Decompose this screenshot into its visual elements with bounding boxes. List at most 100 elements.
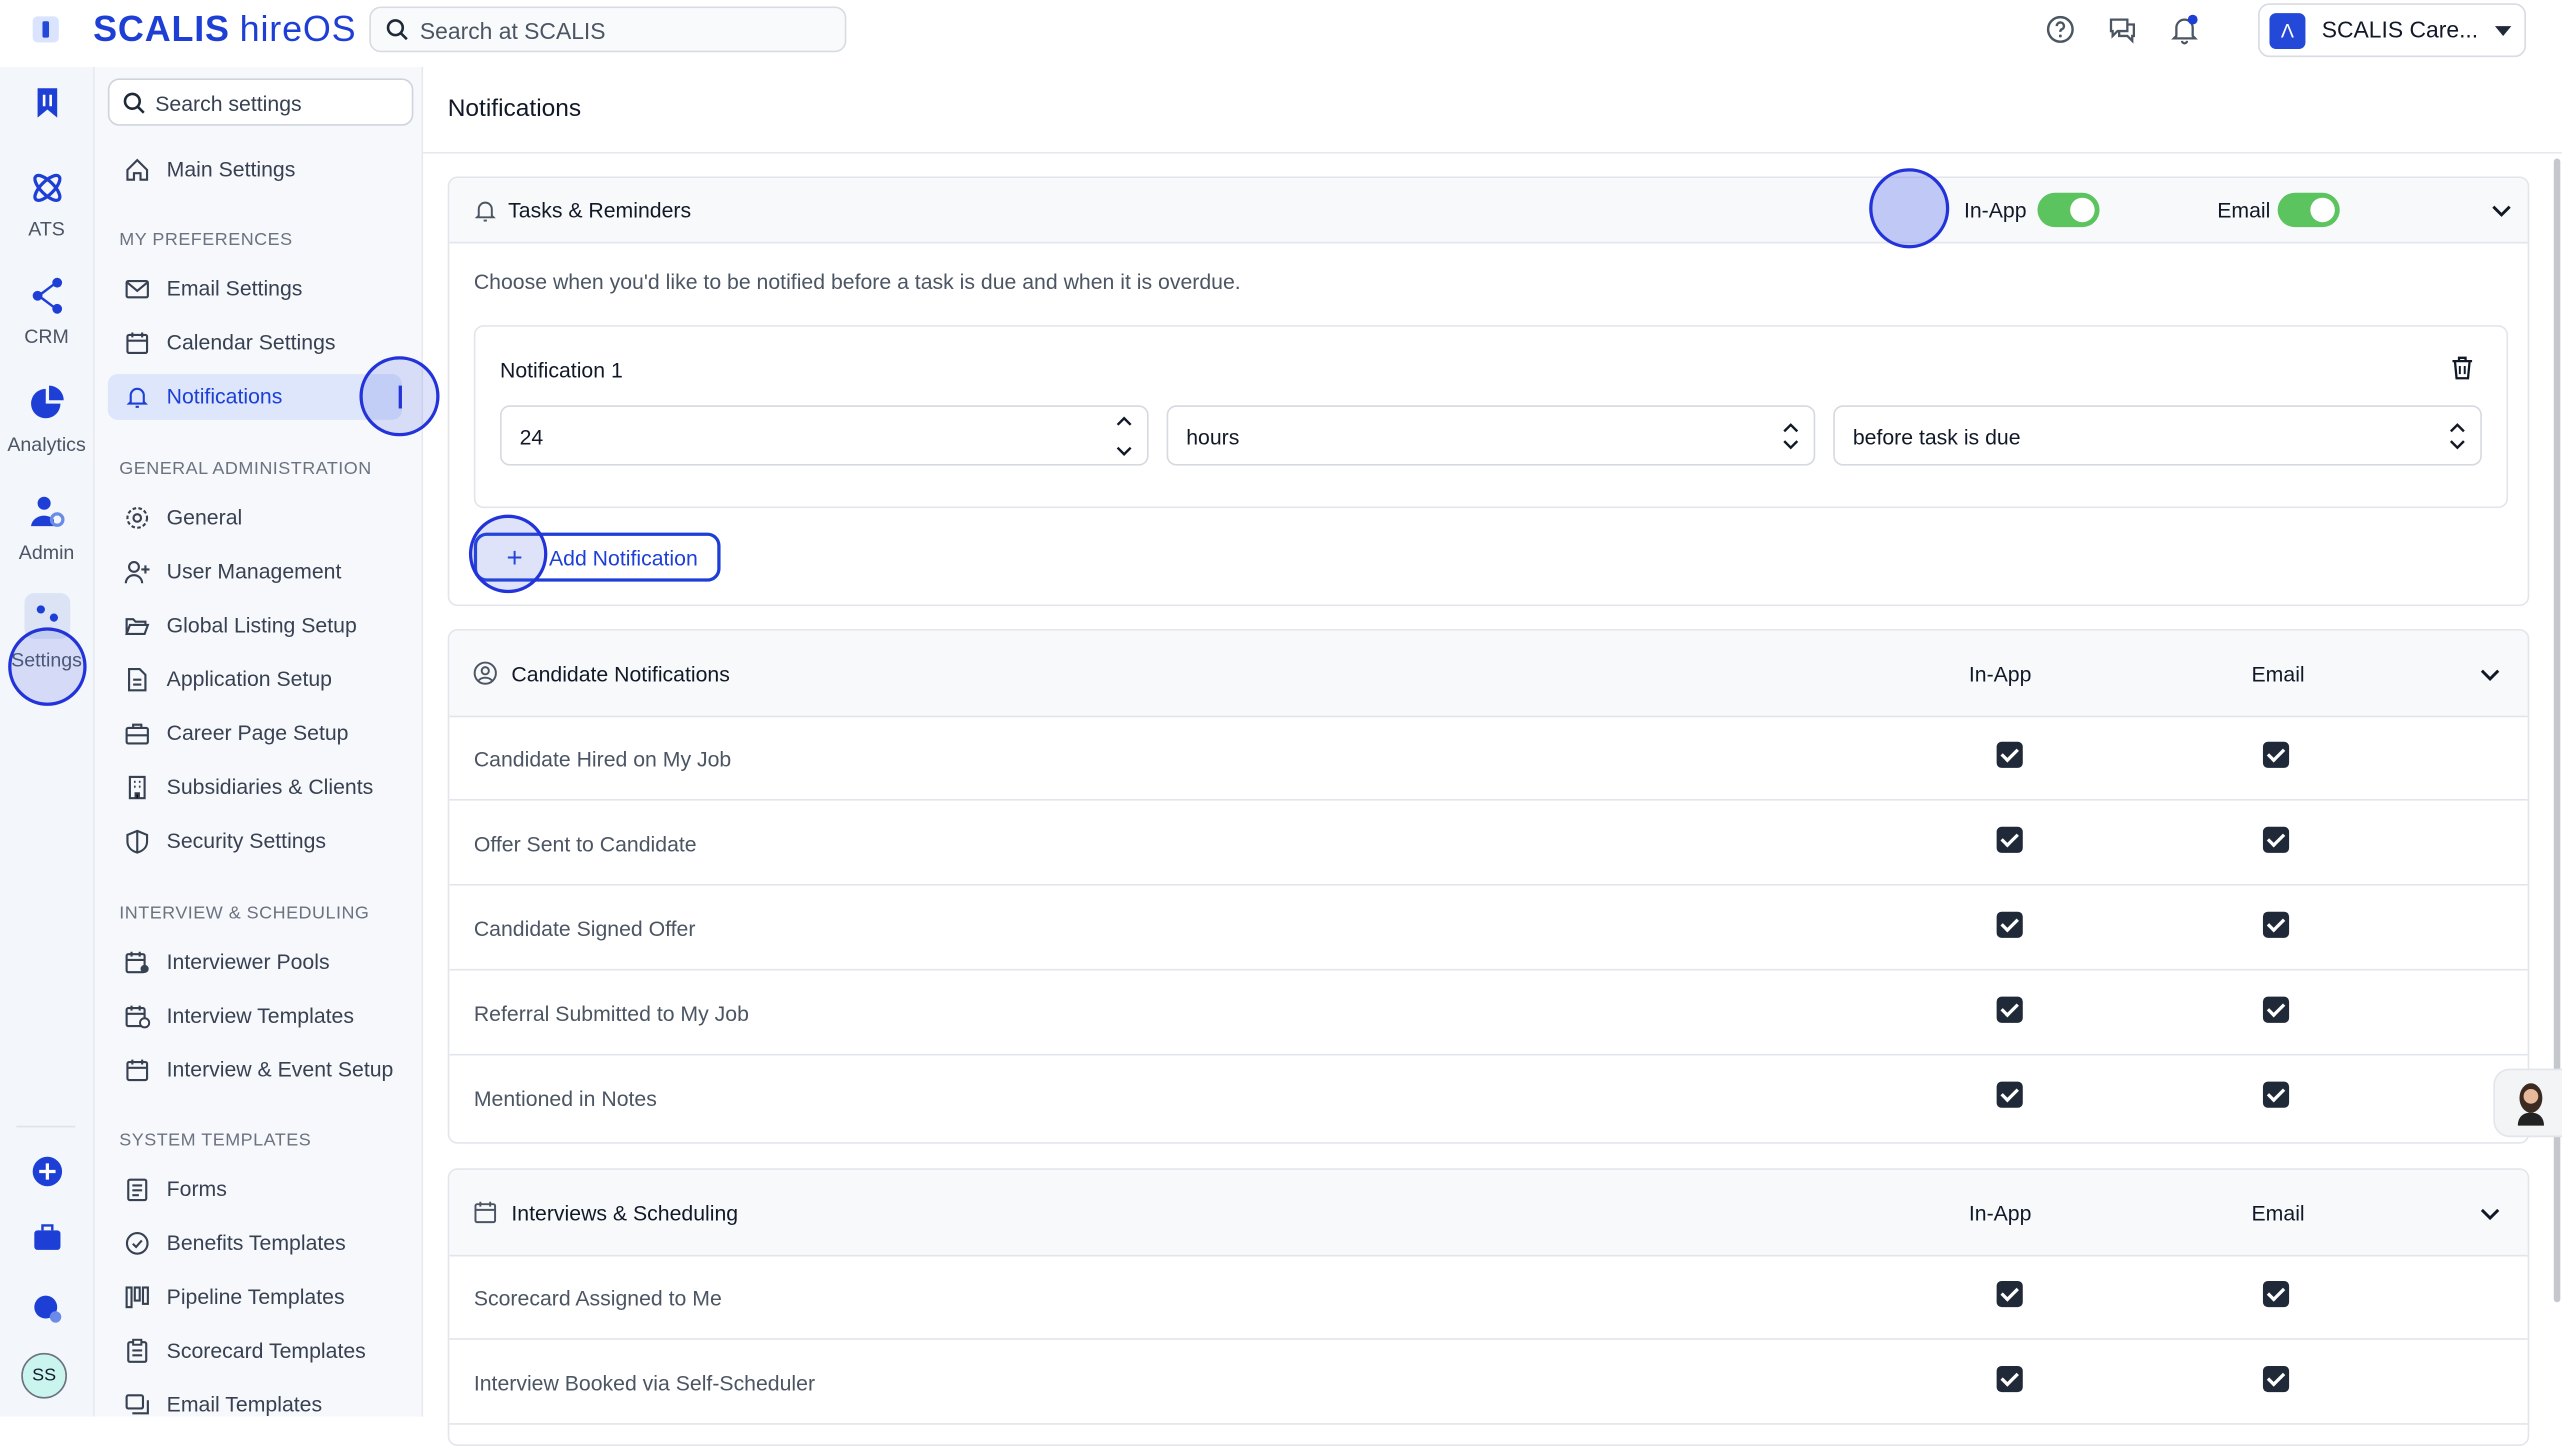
- calendar-user-icon: [125, 951, 149, 974]
- sidebar-item-label: Career Page Setup: [166, 720, 349, 746]
- email-checkbox[interactable]: [2262, 911, 2290, 938]
- top-bar: SCALIShireOS Λ SCALIS Care...: [0, 0, 2562, 69]
- sidebar-item-interview-templates[interactable]: Interview Templates: [108, 993, 402, 1039]
- email-toggle[interactable]: [2277, 192, 2340, 228]
- sidebar-item-global-listing-setup[interactable]: Global Listing Setup: [108, 603, 402, 649]
- sidebar-item-notifications[interactable]: Notifications: [107, 374, 402, 420]
- account-switcher[interactable]: Λ SCALIS Care...: [2258, 3, 2527, 58]
- candidate-notifications-header[interactable]: Candidate Notifications In-App Email: [449, 630, 2528, 718]
- add-circle-icon[interactable]: [31, 1155, 64, 1188]
- sidebar-item-benefits-templates[interactable]: Benefits Templates: [108, 1221, 402, 1267]
- chevron-down-icon[interactable]: [2490, 199, 2513, 222]
- briefcase-icon[interactable]: [31, 1221, 64, 1254]
- app-rail: ATS CRM Analytics Admin Settings SS: [0, 66, 95, 1417]
- help-icon[interactable]: [2044, 13, 2077, 46]
- tasks-reminders-header[interactable]: Tasks & Reminders In-App Email: [449, 178, 2528, 244]
- sidebar-toggle-icon[interactable]: [32, 16, 59, 43]
- in-app-toggle[interactable]: [2037, 192, 2100, 228]
- document-icon: [128, 668, 147, 692]
- sidebar-item-label: User Management: [166, 558, 342, 584]
- sidebar-item-label: Forms: [166, 1176, 227, 1201]
- section-title: Interviews & Scheduling: [511, 1200, 739, 1226]
- in-app-checkbox[interactable]: [1996, 826, 2023, 853]
- global-search-input[interactable]: [416, 14, 832, 48]
- settings-search-input[interactable]: [151, 89, 404, 118]
- chevron-down-icon[interactable]: [2479, 663, 2502, 686]
- main-content: Notifications Tasks & Reminders In-App E…: [423, 66, 2562, 1446]
- sidebar-item-main-settings[interactable]: Main Settings: [108, 147, 402, 193]
- stepper-arrows-icon[interactable]: [1114, 413, 1134, 459]
- click-marker: [1869, 168, 1950, 249]
- email-checkbox[interactable]: [2262, 1365, 2290, 1393]
- sidebar-item-user-management[interactable]: User Management: [108, 549, 402, 595]
- email-checkbox[interactable]: [2262, 1081, 2290, 1108]
- sidebar-item-pipeline-templates[interactable]: Pipeline Templates: [108, 1274, 402, 1320]
- sidebar-item-interviewer-pools[interactable]: Interviewer Pools: [108, 939, 402, 985]
- sidebar-item-subsidiaries-clients[interactable]: Subsidiaries & Clients: [108, 765, 402, 811]
- unit-value: hours: [1186, 424, 1240, 450]
- email-checkbox[interactable]: [2262, 996, 2290, 1023]
- rail-item-analytics[interactable]: Analytics: [0, 384, 93, 456]
- bell-icon: [126, 387, 148, 408]
- sidebar-item-label: General: [166, 504, 243, 530]
- chat-icon[interactable]: [2106, 13, 2139, 46]
- calendar-icon: [474, 1201, 497, 1224]
- email-checkbox[interactable]: [2262, 1280, 2290, 1308]
- brand-logo[interactable]: SCALIS hireOS: [93, 8, 356, 50]
- in-app-checkbox[interactable]: [1996, 1081, 2023, 1108]
- in-app-checkbox[interactable]: [1996, 996, 2023, 1023]
- sidebar-item-email-templates[interactable]: Email Templates: [108, 1382, 402, 1428]
- email-column-header: Email: [2251, 1200, 2305, 1226]
- in-app-checkbox[interactable]: [1996, 1280, 2023, 1308]
- sidebar-item-general[interactable]: General: [108, 495, 402, 541]
- sidebar-item-label: Subsidiaries & Clients: [166, 774, 374, 799]
- calendar-clock-icon: [125, 1005, 151, 1029]
- sidebar-item-label: Calendar Settings: [166, 330, 336, 355]
- section-heading-preferences: MY PREFERENCES: [119, 230, 293, 250]
- table-row: Offer Sent to Candidate: [449, 801, 2528, 886]
- email-checkbox[interactable]: [2262, 741, 2290, 768]
- timing-select[interactable]: before task is due: [1833, 405, 2482, 466]
- interviews-scheduling-header[interactable]: Interviews & Scheduling In-App Email: [449, 1169, 2528, 1257]
- click-marker: [468, 514, 548, 594]
- sidebar-item-calendar-settings[interactable]: Calendar Settings: [108, 320, 402, 366]
- rail-item-admin[interactable]: Admin: [0, 492, 93, 564]
- sidebar-item-forms[interactable]: Forms: [108, 1167, 402, 1213]
- sidebar-item-application-setup[interactable]: Application Setup: [108, 657, 402, 703]
- global-search[interactable]: [369, 6, 847, 53]
- sidebar-item-label: Notifications: [166, 383, 283, 409]
- row-label: Candidate Hired on My Job: [473, 746, 732, 772]
- sidebar-item-security-settings[interactable]: Security Settings: [108, 819, 402, 865]
- folder-open-icon: [125, 618, 150, 636]
- sidebar-item-email-settings[interactable]: Email Settings: [108, 266, 402, 312]
- sidebar-item-label: Pipeline Templates: [166, 1284, 345, 1309]
- email-checkbox[interactable]: [2262, 826, 2290, 853]
- sidebar-item-scorecard-templates[interactable]: Scorecard Templates: [108, 1328, 402, 1374]
- rail-item-crm[interactable]: CRM: [0, 276, 93, 348]
- rail-item-ats[interactable]: ATS: [0, 168, 93, 240]
- chevron-down-icon[interactable]: [2479, 1203, 2502, 1226]
- support-chat-button[interactable]: [2493, 1068, 2562, 1138]
- sidebar-item-label: Email Settings: [166, 276, 303, 301]
- settings-search[interactable]: [107, 78, 414, 126]
- in-app-checkbox[interactable]: [1996, 911, 2023, 938]
- user-gear-icon: [30, 496, 64, 527]
- rail-label-admin: Admin: [18, 540, 75, 564]
- notification-rule: Notification 1 24 hours before task is d…: [473, 325, 2509, 509]
- in-app-checkbox[interactable]: [1996, 1365, 2023, 1393]
- user-settings-icon[interactable]: [31, 1292, 64, 1325]
- settings-sidebar: Main Settings MY PREFERENCES Email Setti…: [94, 66, 424, 1417]
- sidebar-item-interview-event-setup[interactable]: Interview & Event Setup: [108, 1047, 402, 1093]
- unit-select[interactable]: hours: [1166, 405, 1816, 466]
- tasks-reminders-card: Tasks & Reminders In-App Email Choose wh…: [447, 176, 2530, 607]
- sidebar-item-career-page-setup[interactable]: Career Page Setup: [108, 711, 402, 757]
- amount-stepper[interactable]: 24: [499, 405, 1149, 466]
- bell-icon[interactable]: [2168, 13, 2201, 46]
- sidebar-item-label: Security Settings: [166, 828, 327, 853]
- rail-item-bookmarks[interactable]: [0, 83, 93, 132]
- avatar[interactable]: SS: [21, 1352, 67, 1399]
- sidebar-item-label: Global Listing Setup: [166, 612, 357, 638]
- in-app-checkbox[interactable]: [1996, 741, 2023, 768]
- row-label: Offer Sent to Candidate: [473, 831, 697, 857]
- trash-icon[interactable]: [2449, 355, 2475, 381]
